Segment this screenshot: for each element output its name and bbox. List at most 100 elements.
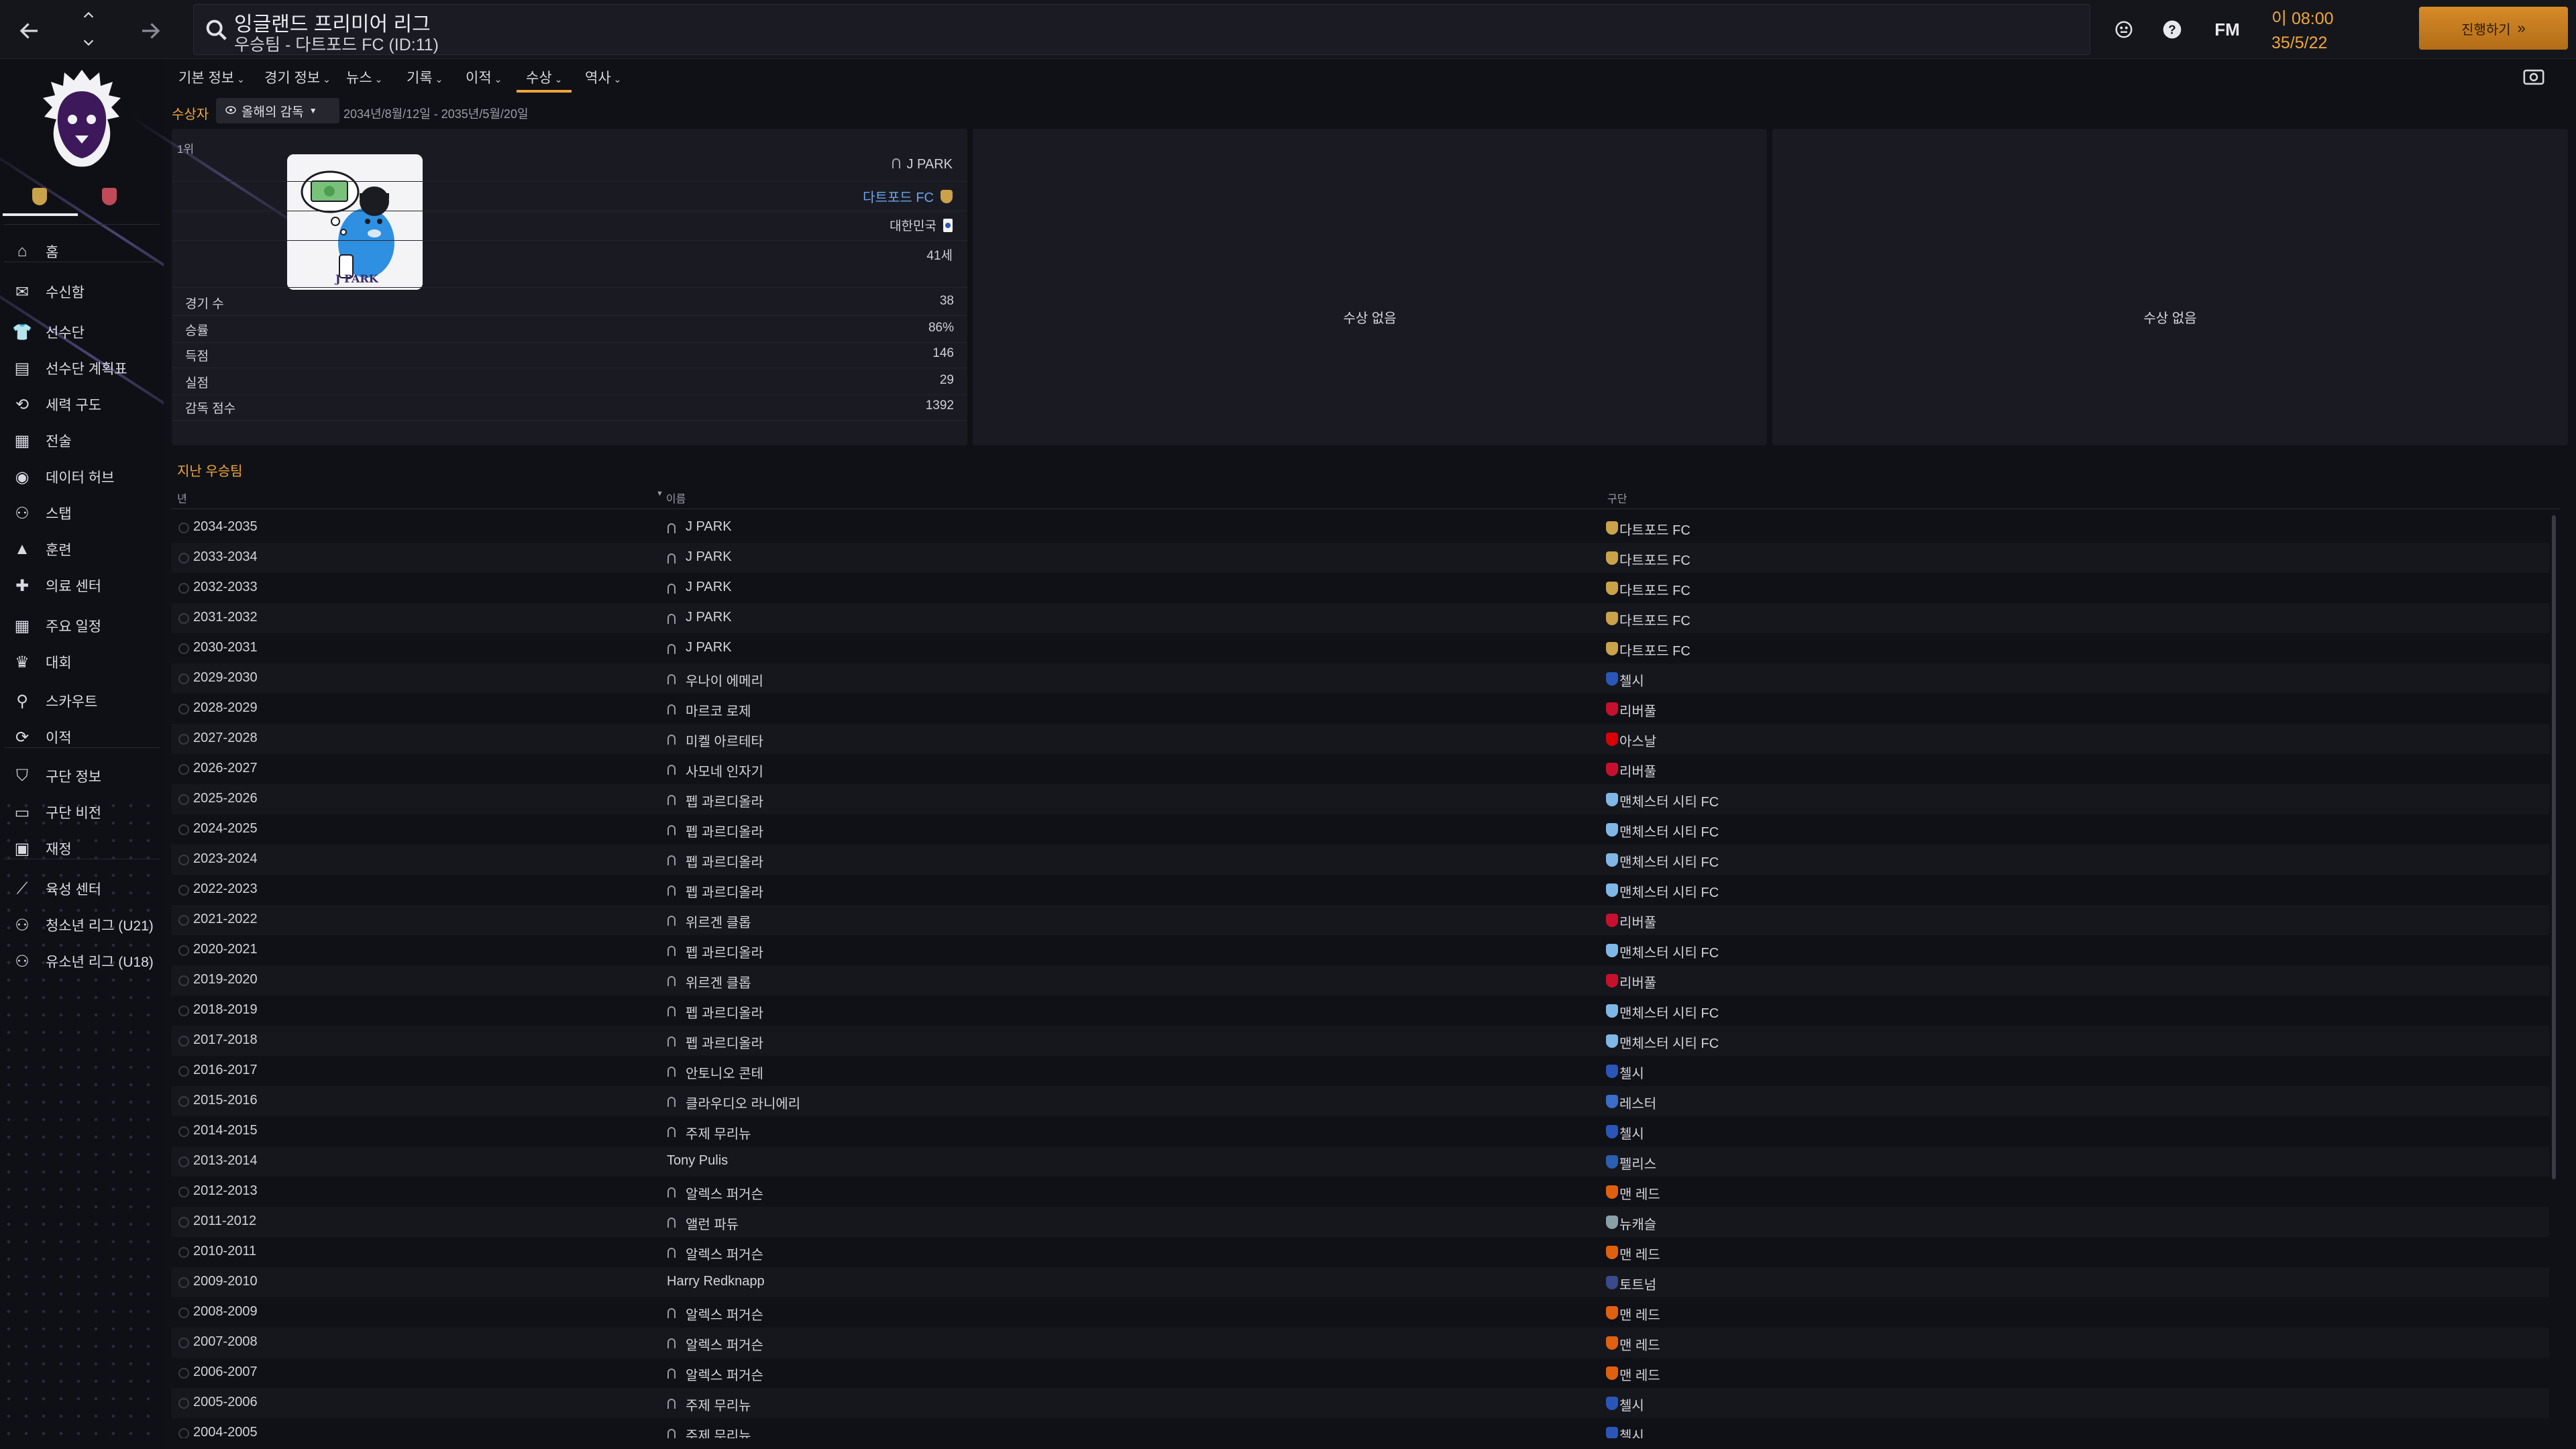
manager-name-cell[interactable]: 주제 무리뉴 <box>686 1123 751 1142</box>
row-select-radio[interactable] <box>178 975 189 986</box>
manager-name-cell[interactable]: 펩 과르디올라 <box>686 791 763 810</box>
help-icon[interactable]: ? <box>2159 16 2186 43</box>
table-row[interactable]: 2031-2032 J PARK 다트포드 FC <box>172 603 2549 633</box>
row-select-radio[interactable] <box>178 915 189 926</box>
club-cell[interactable]: 맨 레드 <box>1619 1334 1660 1354</box>
table-row[interactable]: 2005-2006 주제 무리뉴 첼시 <box>172 1388 2549 1418</box>
sidebar-item[interactable]: 👕 선수단 <box>0 315 164 349</box>
manager-photo[interactable]: J PARK <box>287 154 423 290</box>
row-select-radio[interactable] <box>178 885 189 896</box>
forward-arrow-icon[interactable] <box>131 12 169 50</box>
column-header-year[interactable]: 년 <box>177 490 187 506</box>
winner-nation[interactable]: 대한민국 <box>890 216 936 234</box>
row-select-radio[interactable] <box>178 764 189 775</box>
club-cell[interactable]: 다트포드 FC <box>1619 640 1690 659</box>
winner-club-link[interactable]: 다트포드 FC <box>863 186 934 206</box>
row-select-radio[interactable] <box>178 704 189 714</box>
club-cell[interactable]: 리버풀 <box>1619 761 1656 780</box>
row-select-radio[interactable] <box>178 613 189 624</box>
manager-name-cell[interactable]: 앨런 파듀 <box>686 1214 739 1233</box>
club-cell[interactable]: 레스터 <box>1619 1093 1656 1112</box>
row-select-radio[interactable] <box>178 1006 189 1016</box>
sidebar-item[interactable]: ▲ 훈련 <box>0 533 164 566</box>
subnav-tab[interactable]: 기록 ⌄ <box>407 67 443 87</box>
club-cell[interactable]: 리버풀 <box>1619 912 1656 931</box>
row-select-radio[interactable] <box>178 824 189 835</box>
table-row[interactable]: 2027-2028 미켈 아르테타 아스날 <box>172 724 2549 754</box>
table-row[interactable]: 2015-2016 클라우디오 라니에리 레스터 <box>172 1086 2549 1116</box>
search-bar[interactable]: 잉글랜드 프리미어 리그 우승팀 - 다트포드 FC (ID:11) <box>193 4 2090 55</box>
table-scrollbar[interactable] <box>2552 515 2556 1179</box>
club-cell[interactable]: 맨체스터 시티 FC <box>1619 1032 1719 1052</box>
nation-flag-icon[interactable] <box>102 188 117 205</box>
game-clock[interactable]: 이 08:00 35/5/22 <box>2271 7 2334 55</box>
table-row[interactable]: 2021-2022 위르겐 클롭 리버풀 <box>172 905 2549 935</box>
manager-name-cell[interactable]: Harry Redknapp <box>667 1274 765 1289</box>
row-select-radio[interactable] <box>178 1096 189 1107</box>
row-select-radio[interactable] <box>178 1217 189 1228</box>
table-row[interactable]: 2019-2020 위르겐 클롭 리버풀 <box>172 965 2549 996</box>
manager-name-cell[interactable]: 알렉스 퍼거슨 <box>686 1364 763 1384</box>
table-row[interactable]: 2004-2005 주제 무리뉴 첼시 <box>172 1418 2549 1438</box>
table-row[interactable]: 2013-2014 Tony Pulis 펠리스 <box>172 1146 2549 1177</box>
club-cell[interactable]: 맨체스터 시티 FC <box>1619 821 1719 841</box>
row-select-radio[interactable] <box>178 1036 189 1046</box>
manager-name-cell[interactable]: 위르겐 클롭 <box>686 912 751 931</box>
row-select-radio[interactable] <box>178 1368 189 1379</box>
club-cell[interactable]: 다트포드 FC <box>1619 549 1690 569</box>
manager-name-cell[interactable]: 알렉스 퍼거슨 <box>686 1334 763 1354</box>
manager-name-cell[interactable]: 알렉스 퍼거슨 <box>686 1244 763 1263</box>
sidebar-item[interactable]: ⚇ 스탭 <box>0 496 164 530</box>
manager-name-cell[interactable]: 펩 과르디올라 <box>686 851 763 871</box>
manager-name-cell[interactable]: 주제 무리뉴 <box>686 1395 751 1414</box>
table-row[interactable]: 2014-2015 주제 무리뉴 첼시 <box>172 1116 2549 1146</box>
award-type-dropdown[interactable]: 올해의 감독 ▼ <box>216 98 339 123</box>
club-cell[interactable]: 첼시 <box>1619 1425 1644 1438</box>
row-select-radio[interactable] <box>178 1187 189 1197</box>
table-row[interactable]: 2007-2008 알렉스 퍼거슨 맨 레드 <box>172 1328 2549 1358</box>
subnav-tab[interactable]: 경기 정보 ⌄ <box>264 67 331 87</box>
row-select-radio[interactable] <box>178 1338 189 1348</box>
social-icon[interactable] <box>2110 16 2137 43</box>
table-row[interactable]: 2023-2024 펩 과르디올라 맨체스터 시티 FC <box>172 845 2549 875</box>
manager-name-cell[interactable]: 사모네 인자기 <box>686 761 763 780</box>
club-cell[interactable]: 맨체스터 시티 FC <box>1619 791 1719 810</box>
table-row[interactable]: 2024-2025 펩 과르디올라 맨체스터 시티 FC <box>172 814 2549 845</box>
table-row[interactable]: 2009-2010 Harry Redknapp 토트넘 <box>172 1267 2549 1297</box>
club-cell[interactable]: 아스날 <box>1619 731 1656 750</box>
row-select-radio[interactable] <box>178 1126 189 1137</box>
sidebar-item[interactable]: ⌂ 홈 <box>0 235 164 268</box>
row-select-radio[interactable] <box>178 855 189 865</box>
fm-menu-button[interactable]: FM <box>2207 16 2247 43</box>
table-row[interactable]: 2032-2033 J PARK 다트포드 FC <box>172 573 2549 603</box>
screenshot-icon[interactable] <box>2522 67 2545 87</box>
manager-name-cell[interactable]: 펩 과르디올라 <box>686 881 763 901</box>
manager-name-cell[interactable]: Tony Pulis <box>667 1153 728 1169</box>
row-select-radio[interactable] <box>178 945 189 956</box>
club-cell[interactable]: 맨체스터 시티 FC <box>1619 881 1719 901</box>
table-row[interactable]: 2012-2013 알렉스 퍼거슨 맨 레드 <box>172 1177 2549 1207</box>
sidebar-item[interactable]: ⚇ 유소년 리그 (U18) <box>0 945 164 978</box>
back-arrow-icon[interactable] <box>11 12 48 50</box>
table-row[interactable]: 2025-2026 펩 과르디올라 맨체스터 시티 FC <box>172 784 2549 814</box>
row-select-radio[interactable] <box>178 553 189 564</box>
chevron-down-icon[interactable] <box>70 31 107 54</box>
club-cell[interactable]: 맨 레드 <box>1619 1183 1660 1203</box>
row-select-radio[interactable] <box>178 583 189 594</box>
table-row[interactable]: 2006-2007 알렉스 퍼거슨 맨 레드 <box>172 1358 2549 1388</box>
table-row[interactable]: 2010-2011 알렉스 퍼거슨 맨 레드 <box>172 1237 2549 1267</box>
club-cell[interactable]: 맨 레드 <box>1619 1304 1660 1324</box>
table-row[interactable]: 2022-2023 펩 과르디올라 맨체스터 시티 FC <box>172 875 2549 905</box>
manager-name-cell[interactable]: 알렉스 퍼거슨 <box>686 1304 763 1324</box>
sidebar-item[interactable]: ◉ 데이터 허브 <box>0 460 164 494</box>
premier-league-lion-logo[interactable] <box>35 66 129 180</box>
subnav-tab[interactable]: 기본 정보 ⌄ <box>178 67 245 87</box>
column-header-name[interactable]: ▼ 이름 <box>656 490 686 506</box>
subnav-tab[interactable]: 뉴스 ⌄ <box>346 67 382 87</box>
table-row[interactable]: 2011-2012 앨런 파듀 뉴캐슬 <box>172 1207 2549 1237</box>
sidebar-item[interactable]: ⟳ 이적 <box>0 720 164 754</box>
manager-name-cell[interactable]: 클라우디오 라니에리 <box>686 1093 800 1112</box>
row-select-radio[interactable] <box>178 674 189 684</box>
club-cell[interactable]: 맨 레드 <box>1619 1364 1660 1384</box>
column-header-club[interactable]: 구단 <box>1607 490 1627 506</box>
